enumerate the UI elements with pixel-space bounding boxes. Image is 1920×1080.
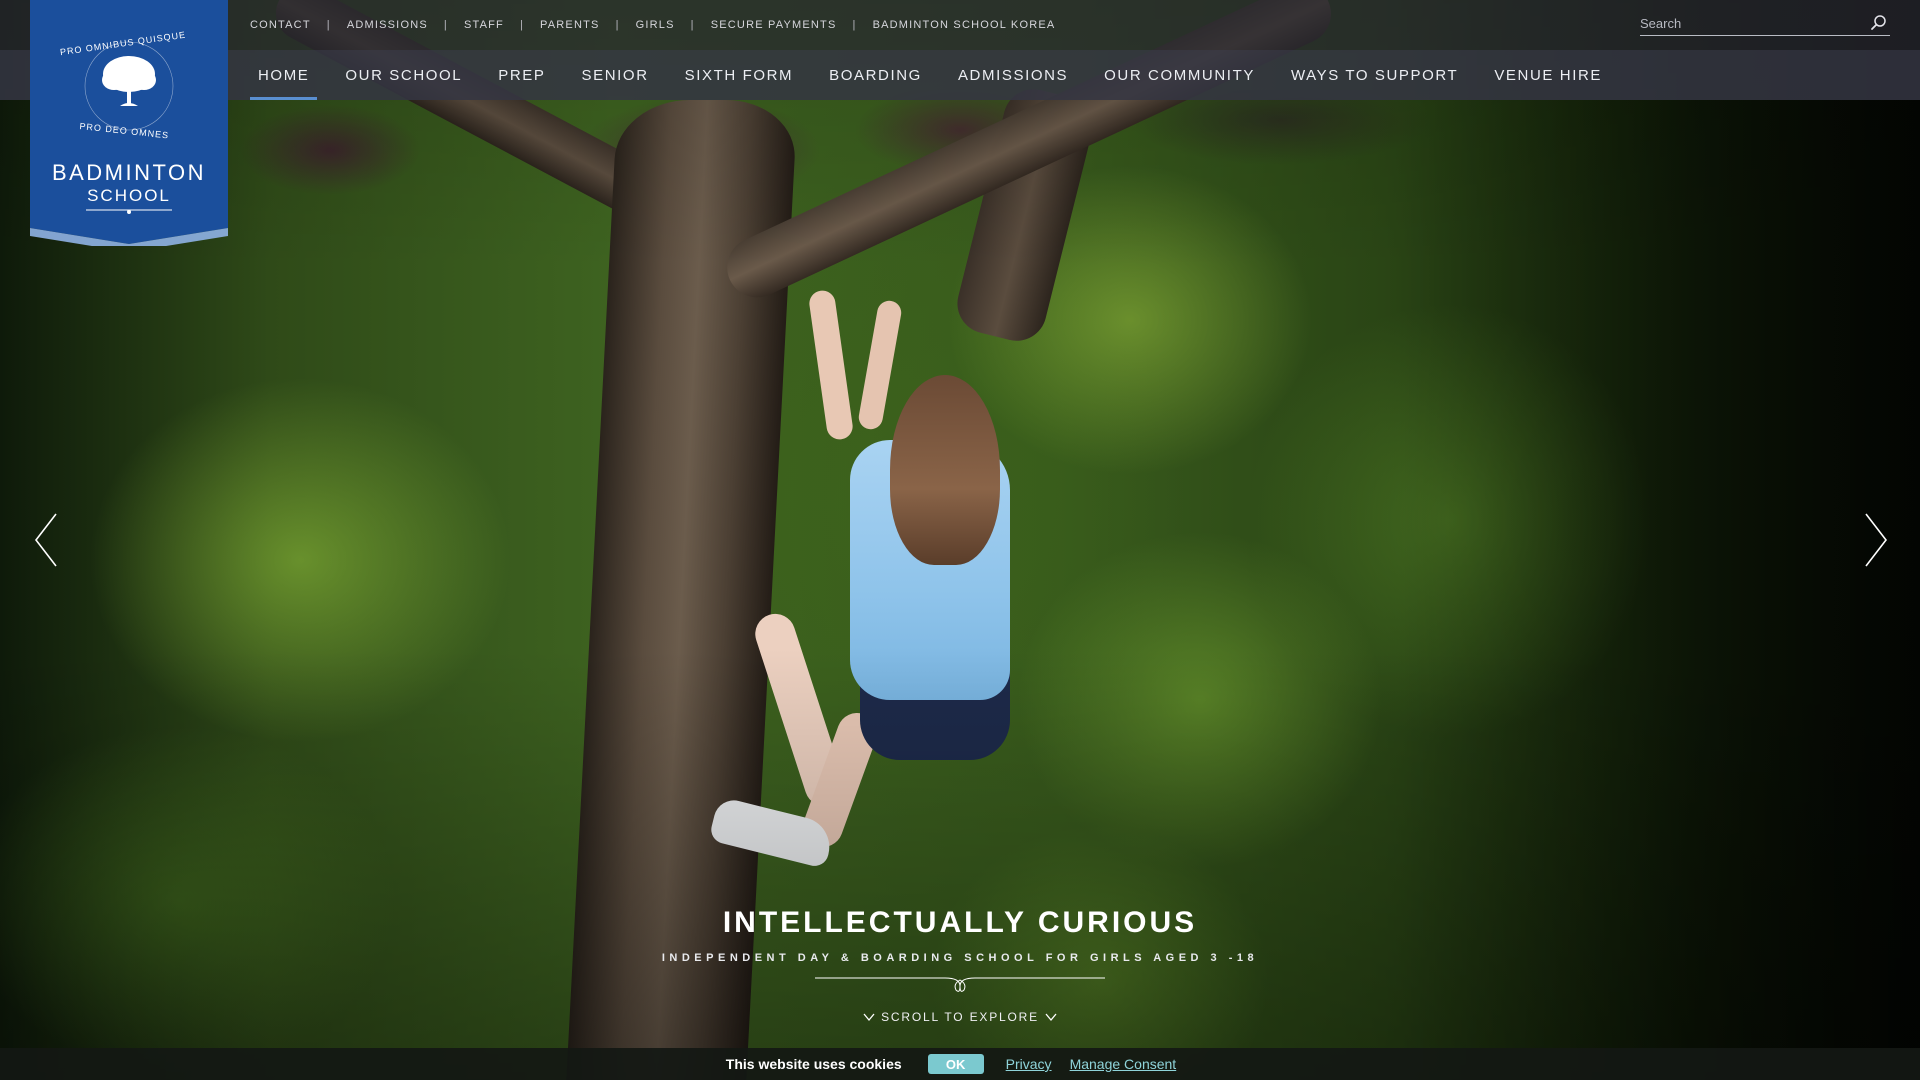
main-nav-items: HOME OUR SCHOOL PREP SENIOR SIXTH FORM B… (250, 50, 1630, 100)
search-box (1640, 12, 1890, 36)
nav-item-our-school[interactable]: OUR SCHOOL (337, 50, 470, 100)
scroll-to-explore[interactable]: SCROLL TO EXPLORE (0, 1010, 1920, 1025)
divider-flourish-icon (815, 977, 1105, 992)
chevron-left-icon[interactable] (32, 510, 62, 570)
utility-links: CONTACT | ADMISSIONS | STAFF | PARENTS |… (250, 0, 1055, 50)
crest-banner-shape: PRO OMNIBUS QUISQUE PRO DEO OMNES (30, 0, 228, 246)
nav-item-senior[interactable]: SENIOR (574, 50, 657, 100)
utility-separator: | (443, 19, 448, 31)
utility-bar: CONTACT | ADMISSIONS | STAFF | PARENTS |… (0, 0, 1920, 50)
utility-separator: | (519, 19, 525, 31)
utility-link-secure-payments[interactable]: SECURE PAYMENTS (711, 19, 837, 31)
nav-item-ways-to-support[interactable]: WAYS TO SUPPORT (1283, 50, 1466, 100)
chevron-down-icon (1045, 1013, 1057, 1022)
utility-link-girls[interactable]: GIRLS (636, 19, 675, 31)
hero-subtitle: INDEPENDENT DAY & BOARDING SCHOOL FOR GI… (661, 952, 1259, 964)
privacy-link[interactable]: Privacy (1006, 1056, 1052, 1072)
scroll-label: SCROLL TO EXPLORE (881, 1010, 1039, 1024)
nav-item-prep[interactable]: PREP (490, 50, 553, 100)
utility-separator: | (326, 19, 331, 31)
chevron-down-icon (863, 1013, 875, 1022)
utility-link-contact[interactable]: CONTACT (250, 19, 311, 31)
main-navigation: HOME OUR SCHOOL PREP SENIOR SIXTH FORM B… (0, 50, 1920, 100)
nav-item-our-community[interactable]: OUR COMMUNITY (1096, 50, 1263, 100)
cookie-message: This website uses cookies (725, 1056, 902, 1072)
logo-name: BADMINTON (51, 160, 207, 185)
cookie-banner: This website uses cookies OK Privacy Man… (0, 1048, 1920, 1080)
nav-item-boarding[interactable]: BOARDING (821, 50, 930, 100)
hero-caption: INTELLECTUALLY CURIOUS INDEPENDENT DAY &… (0, 906, 1920, 996)
search-input[interactable] (1640, 12, 1860, 34)
utility-link-staff[interactable]: STAFF (464, 19, 504, 31)
utility-separator: | (852, 19, 857, 31)
magnifier-icon[interactable] (1870, 14, 1888, 32)
utility-separator: | (690, 19, 695, 31)
cookie-ok-button[interactable]: OK (927, 1054, 984, 1074)
nav-item-sixth-form[interactable]: SIXTH FORM (677, 50, 802, 100)
nav-item-venue-hire[interactable]: VENUE HIRE (1486, 50, 1610, 100)
nav-item-admissions[interactable]: ADMISSIONS (950, 50, 1076, 100)
chevron-right-icon[interactable] (1860, 510, 1890, 570)
utility-separator: | (615, 19, 620, 31)
manage-consent-link[interactable]: Manage Consent (1070, 1056, 1177, 1072)
school-logo[interactable]: PRO OMNIBUS QUISQUE PRO DEO OMNES BADMIN… (30, 0, 228, 246)
hero-title: INTELLECTUALLY CURIOUS (722, 906, 1198, 939)
utility-link-badminton-school-korea[interactable]: BADMINTON SCHOOL KOREA (873, 19, 1056, 31)
nav-item-home[interactable]: HOME (250, 50, 318, 100)
utility-link-admissions[interactable]: ADMISSIONS (347, 19, 428, 31)
logo-subname: SCHOOL (87, 186, 171, 205)
utility-link-parents[interactable]: PARENTS (540, 19, 600, 31)
